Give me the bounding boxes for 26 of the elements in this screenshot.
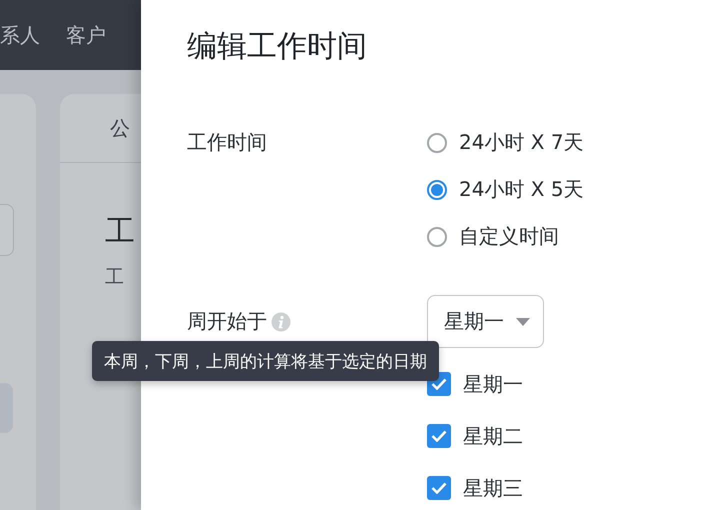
radio-button[interactable]	[427, 132, 447, 152]
info-icon	[271, 312, 291, 332]
option-label: 24小时 X 5天	[459, 176, 584, 203]
card-text: 工	[105, 265, 125, 290]
option-label: 自定义时间	[459, 223, 559, 250]
option-label: 24小时 X 7天	[459, 129, 584, 156]
tab[interactable]: 公	[110, 114, 130, 142]
field-label: 工作时间	[187, 129, 267, 156]
option-label: 星期三	[463, 474, 523, 502]
drawer-title: 编辑工作时间	[187, 28, 368, 66]
option-label: 星期二	[463, 422, 523, 450]
field-label: 周开始于	[187, 308, 267, 335]
checkbox[interactable]	[427, 476, 451, 500]
caret-icon	[516, 318, 530, 326]
checkbox[interactable]	[427, 424, 451, 448]
check-icon	[431, 430, 447, 442]
radio-button[interactable]	[427, 226, 447, 246]
check-icon	[431, 482, 447, 494]
card-heading: 工	[105, 213, 136, 251]
tooltip: 本周，下周，上周的计算将基于选定的日期	[92, 341, 439, 381]
nav-item[interactable]: 系人	[0, 22, 40, 48]
input-field[interactable]	[0, 204, 14, 256]
nav-item[interactable]: 客户	[66, 22, 106, 48]
radio-button[interactable]	[427, 180, 447, 200]
option-label: 星期一	[463, 370, 523, 398]
check-icon	[431, 378, 447, 390]
